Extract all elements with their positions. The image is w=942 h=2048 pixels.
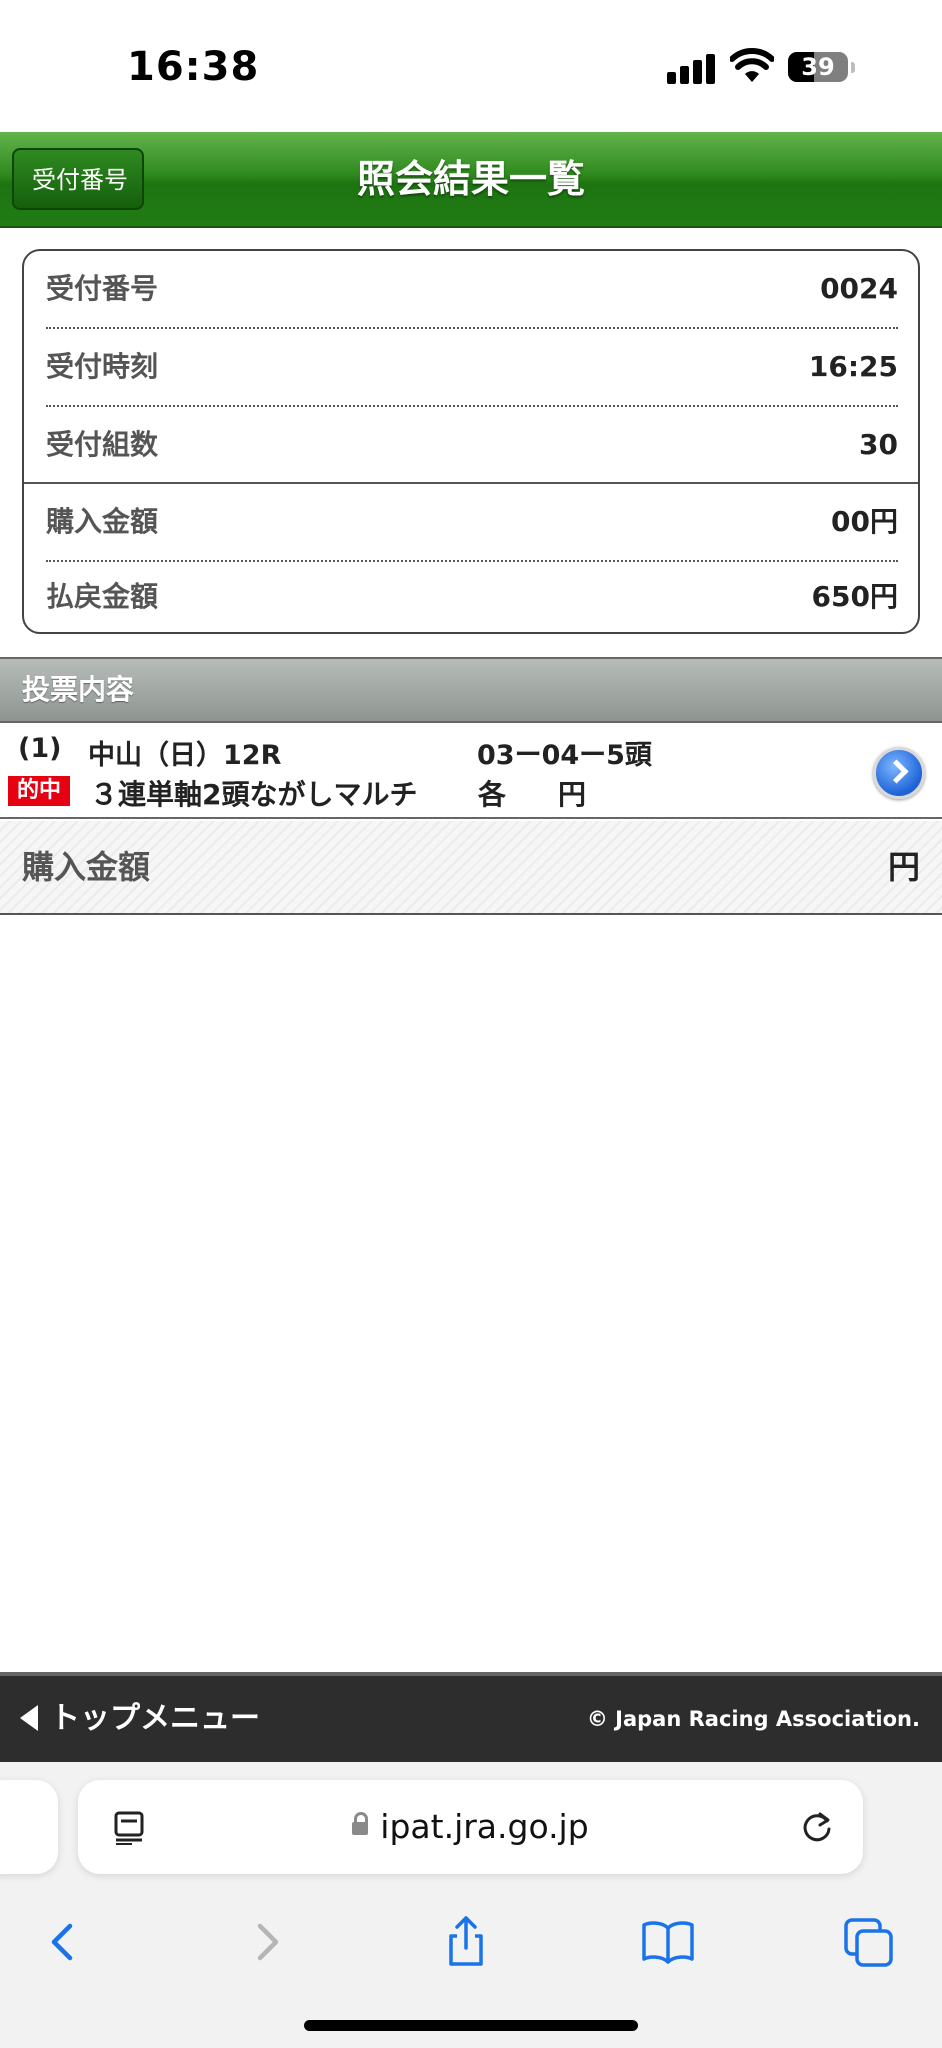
previous-tab-preview[interactable] [0, 1780, 58, 1874]
address-bar[interactable]: ipat.jra.go.jp [78, 1780, 863, 1874]
back-button[interactable]: 受付番号 [12, 148, 144, 210]
total-purchase-row: 購入金額 円 [0, 821, 942, 915]
bookmarks-icon[interactable] [638, 1912, 698, 1972]
row-value: 0024 [820, 272, 898, 305]
row-payout-amount: 払戻金額 650円 [46, 559, 898, 632]
bet-each-label: 各 [478, 778, 507, 811]
copyright: © Japan Racing Association. [586, 1707, 920, 1731]
bet-each-yen: 円 [558, 778, 587, 811]
lock-icon [352, 1812, 369, 1835]
section-header-bet-content: 投票内容 [0, 657, 942, 723]
row-label: 受付時刻 [46, 350, 159, 383]
top-menu-label: トップメニュー [50, 1701, 260, 1736]
url-text: ipat.jra.go.jp [78, 1780, 863, 1874]
footer-bar: トップメニュー © Japan Racing Association. [0, 1672, 942, 1762]
home-indicator [304, 2020, 638, 2031]
row-label: 受付組数 [46, 428, 159, 461]
chevron-right-icon[interactable] [873, 747, 925, 799]
row-value: 16:25 [808, 350, 898, 383]
reload-icon[interactable] [800, 1810, 834, 1844]
row-combination-count: 受付組数 30 [46, 407, 898, 483]
back-triangle-icon [20, 1704, 38, 1731]
url-domain: ipat.jra.go.jp [380, 1807, 589, 1846]
bet-race: 中山（日）12R [88, 740, 282, 771]
browser-chrome: ipat.jra.go.jp [0, 1762, 942, 2048]
row-receipt-number: 受付番号 0024 [46, 251, 898, 327]
cellular-signal-icon [667, 52, 717, 84]
tabs-icon[interactable] [840, 1912, 900, 1972]
top-menu-link[interactable]: トップメニュー [20, 1676, 260, 1762]
bet-list-item[interactable]: (1) 中山（日）12R 03ー04ー5頭 的中 ３連単軸2頭ながしマルチ 各 … [0, 723, 942, 819]
status-time: 16:38 [127, 44, 260, 90]
row-label: 払戻金額 [46, 580, 159, 613]
section-title: 投票内容 [22, 673, 135, 706]
back-arrow-icon[interactable] [32, 1912, 92, 1972]
status-bar: 16:38 39 [0, 0, 942, 132]
total-label: 購入金額 [22, 848, 151, 886]
row-label: 受付番号 [46, 272, 159, 305]
row-receipt-time: 受付時刻 16:25 [46, 329, 898, 405]
hit-badge: 的中 [8, 776, 70, 806]
back-button-label: 受付番号 [32, 166, 128, 194]
browser-toolbar [0, 1912, 942, 1982]
row-value: 650円 [811, 580, 898, 613]
row-value: 00円 [831, 505, 898, 538]
total-value: 円 [887, 848, 920, 886]
forward-arrow-icon[interactable] [238, 1912, 298, 1972]
bet-number: (1) [18, 733, 62, 764]
row-purchase-amount: 購入金額 00円 [46, 484, 898, 560]
share-icon[interactable] [436, 1912, 496, 1972]
receipt-info-card: 受付番号 0024 受付時刻 16:25 受付組数 30 購入金額 00円 払戻… [22, 249, 920, 634]
app-header: 照会結果一覧 受付番号 [0, 132, 942, 228]
row-value: 30 [859, 428, 898, 461]
row-label: 購入金額 [46, 505, 159, 538]
bet-type: ３連単軸2頭ながしマルチ [90, 778, 418, 811]
bet-horses: 03ー04ー5頭 [477, 740, 652, 771]
battery-level: 39 [801, 53, 835, 81]
battery-icon: 39 [788, 52, 848, 82]
wifi-icon [730, 48, 774, 82]
